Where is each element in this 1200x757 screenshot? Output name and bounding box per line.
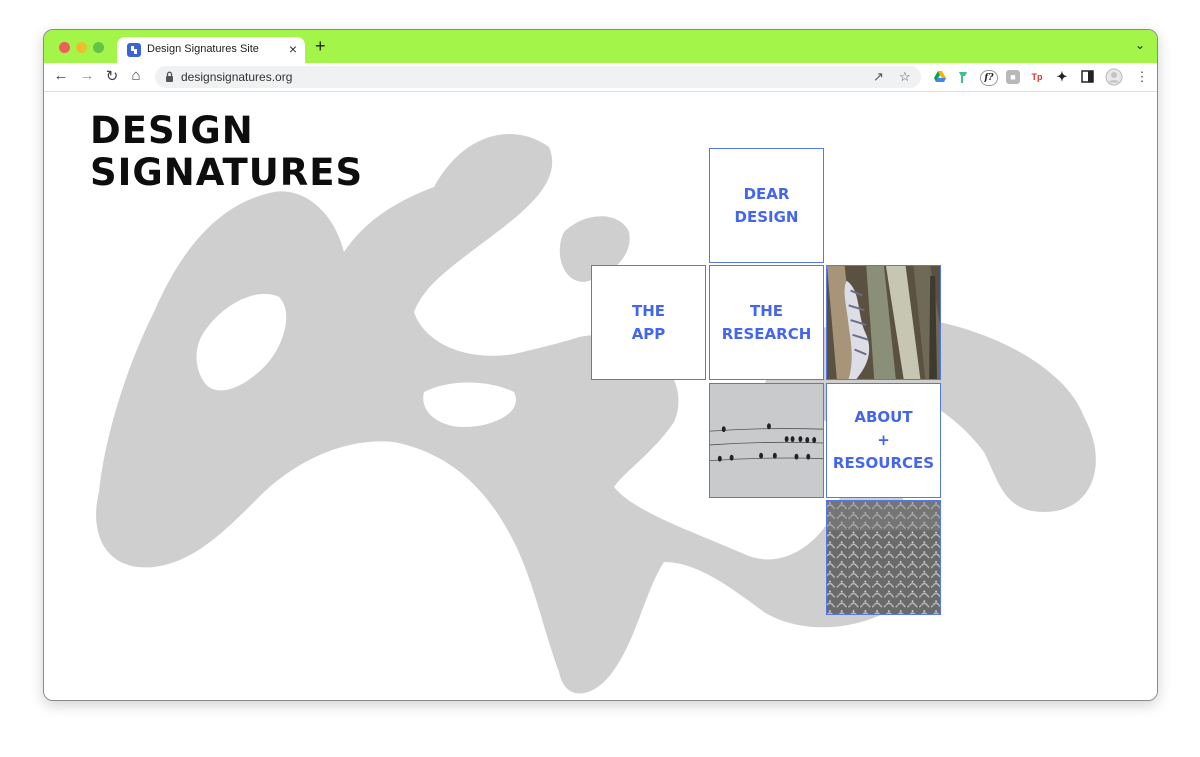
formula-extension-icon[interactable]: f? [980,70,998,86]
about-resources-label: ABOUT + RESOURCES [832,408,935,472]
bookmark-star-icon[interactable]: ☆ [899,69,911,85]
logo-line-2: SIGNATURES [90,151,364,194]
share-icon[interactable]: ↗ [873,69,884,85]
tp-extension-icon[interactable]: Tp [1030,70,1044,84]
maximize-window-button[interactable] [93,42,104,53]
dear-design-label: DEAR DESIGN [734,184,799,226]
page-content: DESIGN SIGNATURES DEAR DESIGN THE APP TH… [44,92,1157,700]
minimize-window-button[interactable] [76,42,87,53]
the-research-tile[interactable]: THE RESEARCH [709,265,824,380]
tab-title: Design Signatures Site [147,43,259,55]
address-bar[interactable]: designsignatures.org ↗ ☆ [155,66,921,88]
kebab-menu-icon[interactable]: ⋮ [1133,69,1151,85]
url-text: designsignatures.org [181,70,293,84]
about-resources-tile[interactable]: ABOUT + RESOURCES [826,383,941,498]
profile-avatar-icon[interactable] [1105,68,1123,86]
logo-line-1: DESIGN [90,109,254,152]
the-app-label: THE APP [631,301,666,343]
tab-search-chevron-icon[interactable]: ⌄ [1135,38,1145,52]
site-logo[interactable]: DESIGN SIGNATURES [90,110,363,194]
textured-surface-image [826,500,941,615]
new-tab-button[interactable]: + [315,36,326,57]
puzzle-extensions-icon[interactable]: ✦ [1055,70,1069,84]
site-favicon-icon [127,43,141,57]
the-app-tile[interactable]: THE APP [591,265,706,380]
tab-close-icon[interactable]: × [289,41,297,57]
plant-leaves-image [826,265,941,380]
close-window-button[interactable] [59,42,70,53]
birds-on-wires-image [709,383,824,498]
tab-bar: Design Signatures Site × + ⌄ [44,30,1157,63]
lock-icon [166,71,173,82]
browser-window: Design Signatures Site × + ⌄ ← → ↻ ⌂ des… [43,29,1158,701]
dear-design-tile[interactable]: DEAR DESIGN [709,148,824,263]
google-drive-icon[interactable] [933,70,947,84]
side-panel-icon[interactable] [1081,70,1094,83]
grey-extension-icon[interactable]: ■ [1006,70,1020,84]
browser-tab[interactable]: Design Signatures Site × [117,37,305,63]
reload-icon[interactable]: ↻ [103,67,121,85]
browser-toolbar: ← → ↻ ⌂ designsignatures.org ↗ ☆ f? ■ Tp… [44,63,1157,92]
pin-extension-icon[interactable] [956,70,970,84]
forward-icon[interactable]: → [78,67,96,84]
back-icon[interactable]: ← [52,67,70,84]
home-icon[interactable]: ⌂ [127,67,145,84]
the-research-label: THE RESEARCH [721,301,812,343]
